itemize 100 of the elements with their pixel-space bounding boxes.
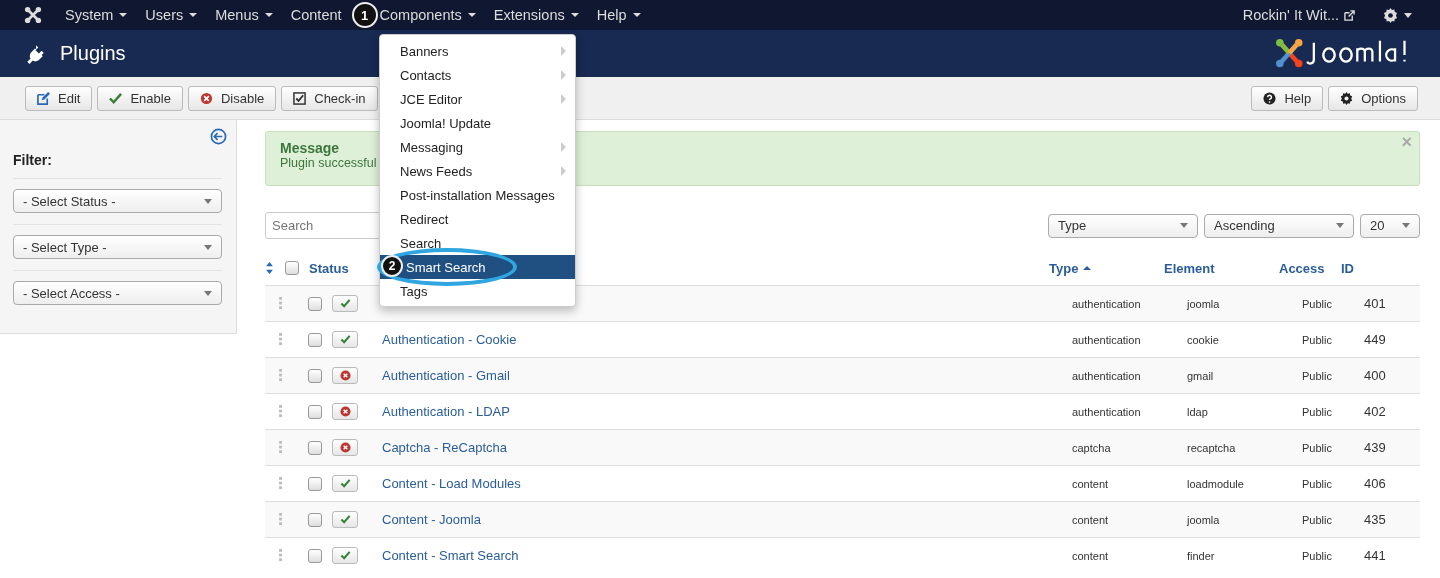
top-menu-item[interactable]: Extensions (493, 7, 579, 23)
plugin-name-link[interactable]: Content - Joomla (382, 512, 481, 527)
top-menu-item[interactable]: Components (379, 7, 476, 23)
checkmark-icon (339, 298, 351, 309)
sort-select[interactable]: 20 (1360, 213, 1420, 238)
row-checkbox[interactable] (307, 404, 322, 419)
toolbar-button[interactable]: Enable (97, 85, 183, 111)
cross-circle-icon (339, 406, 351, 417)
sort-select[interactable]: Ascending (1204, 213, 1354, 238)
toolbar-button[interactable]: Disable (187, 85, 277, 111)
plugin-name-link[interactable]: Content - Smart Search (382, 548, 519, 563)
menu-item[interactable]: Post-installation Messages (380, 183, 575, 207)
toolbar-button[interactable]: Check-in (281, 85, 378, 111)
column-header[interactable]: Type (1049, 260, 1164, 276)
filter-select[interactable]: - Select Access - (13, 281, 222, 305)
table-cell-text: recaptcha (1187, 441, 1237, 454)
status-toggle[interactable] (332, 547, 358, 564)
menu-item[interactable]: Search (380, 231, 575, 255)
checkmark-icon (339, 334, 351, 345)
table-cell-text: authentication (1072, 369, 1142, 382)
menu-item[interactable]: Contacts (380, 63, 575, 87)
menu-item[interactable]: Redirect (380, 207, 575, 231)
table-cell-text: Public (1302, 477, 1333, 490)
cross-circle-icon (199, 91, 213, 105)
drag-handle-icon[interactable] (279, 405, 283, 418)
drag-handle-icon[interactable] (279, 297, 283, 310)
cross-circle-icon (339, 442, 351, 453)
menu-item[interactable]: News Feeds (380, 159, 575, 183)
row-checkbox[interactable] (307, 332, 322, 347)
row-checkbox[interactable] (307, 476, 322, 491)
table-cell-text: content (1072, 477, 1110, 490)
status-toggle[interactable] (332, 403, 358, 420)
joomla-logo-icon[interactable] (24, 6, 42, 24)
checkmark-icon (109, 91, 123, 105)
plugin-name-link[interactable]: Captcha - ReCaptcha (382, 440, 507, 455)
status-toggle[interactable] (332, 331, 358, 348)
table-cell-text: 449 (1364, 332, 1387, 347)
table-cell-text: content (1072, 549, 1110, 562)
menu-item[interactable]: Tags (380, 279, 575, 303)
callout-badge: 2 (381, 255, 403, 277)
top-menu-item[interactable]: System (65, 7, 128, 23)
table-cell-text: joomla (1187, 513, 1221, 526)
caret-icon (1404, 12, 1412, 18)
status-toggle[interactable] (332, 367, 358, 384)
site-link[interactable]: Rockin' It Wit... (1242, 7, 1339, 23)
menu-item[interactable]: JCE Editor (380, 87, 575, 111)
plugin-name-link[interactable]: Content - Load Modules (382, 476, 521, 491)
table-cell-text: Public (1302, 297, 1333, 310)
external-link-icon (1344, 9, 1355, 21)
drag-handle-icon[interactable] (279, 369, 283, 382)
settings-icon[interactable] (1383, 7, 1398, 23)
filter-select[interactable]: - Select Type - (13, 235, 222, 259)
filter-heading: Filter: (13, 152, 53, 168)
status-toggle[interactable] (332, 295, 358, 312)
sort-icon[interactable] (265, 262, 274, 274)
table-cell-text: Public (1302, 333, 1333, 346)
plugin-name-link[interactable]: Authentication - Gmail (382, 368, 510, 383)
menu-item[interactable]: Banners (380, 39, 575, 63)
table-cell-text: cookie (1187, 333, 1220, 346)
checkmark-icon (339, 478, 351, 489)
edit-icon (37, 91, 50, 105)
plugin-name-link[interactable]: Authentication - LDAP (382, 404, 510, 419)
row-checkbox[interactable] (307, 440, 322, 455)
callout-badge: 1 (351, 2, 378, 28)
toolbar-button[interactable]: Options (1328, 85, 1418, 111)
top-menu-item[interactable]: Users (145, 7, 198, 23)
settings-icon (1340, 91, 1354, 105)
drag-handle-icon[interactable] (279, 513, 283, 526)
row-checkbox[interactable] (307, 512, 322, 527)
toolbar-button[interactable]: Help (1251, 85, 1324, 111)
status-toggle[interactable] (332, 511, 358, 528)
column-header[interactable]: ID (1341, 260, 1391, 276)
table-cell-text: Public (1302, 549, 1333, 562)
table-cell-text: authentication (1072, 405, 1142, 418)
row-checkbox[interactable] (307, 368, 322, 383)
filter-select[interactable]: - Select Status - (13, 189, 222, 213)
select-all-checkbox[interactable] (284, 261, 299, 275)
status-toggle[interactable] (332, 439, 358, 456)
table-cell-text: content (1072, 513, 1110, 526)
column-header[interactable]: Status (309, 260, 359, 276)
plugin-name-link[interactable]: Authentication - Cookie (382, 332, 517, 347)
top-menu-item[interactable]: Content (290, 7, 342, 23)
toolbar-button[interactable]: Edit (25, 85, 93, 111)
column-header[interactable]: Element (1164, 260, 1279, 276)
drag-handle-icon[interactable] (279, 441, 283, 454)
top-menu-item[interactable]: Menus (215, 7, 273, 23)
status-toggle[interactable] (332, 475, 358, 492)
sort-select[interactable]: Type (1048, 213, 1198, 238)
table-cell-text: gmail (1187, 369, 1215, 382)
row-checkbox[interactable] (307, 548, 322, 563)
drag-handle-icon[interactable] (279, 333, 283, 346)
drag-handle-icon[interactable] (279, 477, 283, 490)
menu-item[interactable]: Joomla! Update (380, 111, 575, 135)
top-menu-item[interactable]: Help (596, 7, 641, 23)
column-header[interactable]: Access (1279, 260, 1341, 276)
drag-handle-icon[interactable] (279, 549, 283, 562)
table-cell-text: captcha (1072, 441, 1112, 454)
row-checkbox[interactable] (307, 296, 322, 311)
checkmark-icon (339, 550, 351, 561)
menu-item[interactable]: Messaging (380, 135, 575, 159)
